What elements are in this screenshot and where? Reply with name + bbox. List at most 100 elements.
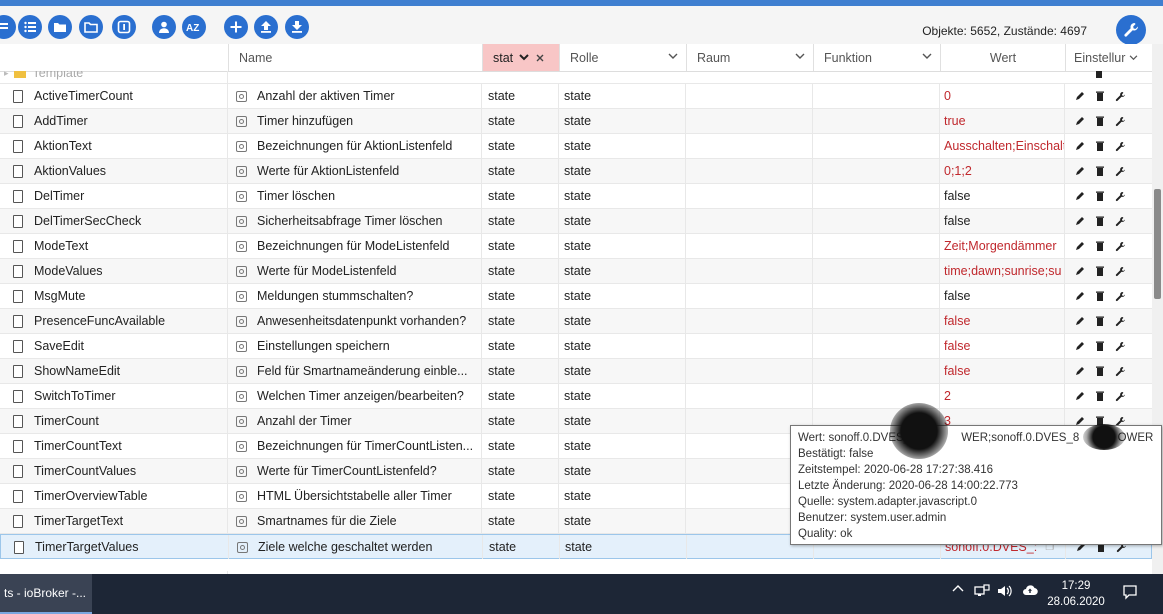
row-value-cell[interactable]: Ausschalten;Einschalt (940, 134, 1065, 158)
row-function-cell[interactable] (813, 234, 940, 258)
toggle-expert-icon[interactable] (0, 15, 16, 39)
row-room-cell[interactable] (686, 334, 813, 358)
table-row[interactable]: ShowNameEdit Feld für Smartnameänderung e… (0, 359, 1152, 384)
table-row[interactable]: SwitchToTimer Welchen Timer anzeigen/bear… (0, 384, 1152, 409)
table-row[interactable]: AktionText Bezeichnungen für AktionListen… (0, 134, 1152, 159)
wrench-icon[interactable] (1115, 366, 1126, 377)
row-value-cell[interactable]: false (940, 309, 1065, 333)
delete-icon[interactable] (1096, 316, 1104, 326)
system-clock[interactable]: 17:29 28.06.2020 (1046, 578, 1106, 610)
table-row[interactable]: PresenceFuncAvailable Anwesenheitsdatenpu… (0, 309, 1152, 334)
table-row[interactable]: ModeValues Werte für ModeListenfeld state s… (0, 259, 1152, 284)
wrench-icon[interactable] (1115, 191, 1126, 202)
network-icon[interactable] (974, 584, 990, 598)
row-value-cell[interactable]: Zeit;Morgendämmer (940, 234, 1065, 258)
row-room-cell[interactable] (686, 309, 813, 333)
delete-icon[interactable] (1096, 241, 1104, 251)
wrench-icon[interactable] (1115, 141, 1126, 152)
row-function-cell[interactable] (813, 284, 940, 308)
taskbar-window-iobroker[interactable]: ts - ioBroker -... (0, 574, 92, 614)
delete-icon[interactable] (1096, 166, 1104, 176)
wrench-icon[interactable] (1115, 216, 1126, 227)
chevron-up-icon[interactable] (952, 584, 964, 592)
row-value-cell[interactable]: false (940, 359, 1065, 383)
row-function-cell[interactable] (813, 109, 940, 133)
row-value-cell[interactable]: 0;1;2 (940, 159, 1065, 183)
edit-icon[interactable] (1075, 166, 1085, 176)
template-folder-row[interactable]: ▸ Template (0, 71, 1152, 84)
delete-icon[interactable] (1096, 191, 1104, 201)
row-room-cell[interactable] (686, 159, 813, 183)
delete-icon[interactable] (1096, 141, 1104, 151)
row-room-cell[interactable] (686, 109, 813, 133)
folder-open-icon[interactable] (79, 15, 103, 39)
row-room-cell[interactable] (686, 184, 813, 208)
header-settings[interactable]: Einstellur (1065, 44, 1152, 71)
wrench-icon[interactable] (1115, 291, 1126, 302)
edit-icon[interactable] (1075, 266, 1085, 276)
row-function-cell[interactable] (813, 209, 940, 233)
delete-icon[interactable] (1096, 216, 1104, 226)
header-type-filter[interactable]: stat (482, 44, 559, 71)
header-function-filter[interactable]: Funktion (813, 44, 940, 71)
wrench-icon[interactable] (1115, 166, 1126, 177)
edit-icon[interactable] (1075, 191, 1085, 201)
chevron-down-icon[interactable] (519, 54, 529, 61)
folder-icon[interactable] (48, 15, 72, 39)
row-room-cell[interactable] (686, 384, 813, 408)
row-value-cell[interactable]: time;dawn;sunrise;su (940, 259, 1065, 283)
download-icon[interactable] (285, 15, 309, 39)
row-function-cell[interactable] (813, 334, 940, 358)
edit-icon[interactable] (1075, 141, 1085, 151)
row-value-cell[interactable]: false (940, 209, 1065, 233)
table-row[interactable]: SaveEdit Einstellungen speichern state stat… (0, 334, 1152, 359)
row-function-cell[interactable] (813, 309, 940, 333)
row-room-cell[interactable] (686, 359, 813, 383)
table-row[interactable]: ActiveTimerCount Anzahl der aktiven Timer… (0, 84, 1152, 109)
edit-icon[interactable] (1075, 291, 1085, 301)
delete-icon[interactable] (1096, 91, 1104, 101)
header-name[interactable]: Name (228, 44, 482, 71)
table-row[interactable]: DelTimer Timer löschen state state false (0, 184, 1152, 209)
table-row[interactable]: AktionValues Werte für AktionListenfeld st… (0, 159, 1152, 184)
table-row[interactable]: MsgMute Meldungen stummschalten? state stat… (0, 284, 1152, 309)
volume-icon[interactable] (997, 584, 1013, 598)
edit-icon[interactable] (1075, 341, 1085, 351)
wrench-icon[interactable] (1115, 91, 1126, 102)
row-value-cell[interactable]: true (940, 109, 1065, 133)
table-row[interactable]: AddTimer Timer hinzufügen state state true (0, 109, 1152, 134)
add-icon[interactable] (224, 15, 248, 39)
edit-icon[interactable] (1075, 366, 1085, 376)
header-role-filter[interactable]: Rolle (559, 44, 686, 71)
notification-icon[interactable] (1122, 584, 1138, 600)
cloud-upload-icon[interactable] (1022, 584, 1038, 596)
delete-icon[interactable] (1096, 291, 1104, 301)
wrench-icon[interactable] (1115, 316, 1126, 327)
delete-icon[interactable] (1096, 266, 1104, 276)
wrench-icon[interactable] (1115, 341, 1126, 352)
table-row[interactable]: ModeText Bezeichnungen für ModeListenfeld… (0, 234, 1152, 259)
row-value-cell[interactable]: false (940, 334, 1065, 358)
row-value-cell[interactable]: 2 (940, 384, 1065, 408)
row-function-cell[interactable] (813, 84, 940, 108)
delete-icon[interactable] (1096, 116, 1104, 126)
wrench-icon[interactable] (1115, 391, 1126, 402)
scrollbar-thumb[interactable] (1154, 189, 1161, 299)
row-room-cell[interactable] (686, 84, 813, 108)
row-value-cell[interactable]: false (940, 284, 1065, 308)
row-value-cell[interactable]: 0 (940, 84, 1065, 108)
edit-icon[interactable] (1075, 91, 1085, 101)
edit-icon[interactable] (1075, 116, 1085, 126)
user-icon[interactable] (152, 15, 176, 39)
row-function-cell[interactable] (813, 159, 940, 183)
delete-icon[interactable] (1095, 71, 1103, 78)
list-icon[interactable] (18, 15, 42, 39)
row-function-cell[interactable] (813, 359, 940, 383)
edit-icon[interactable] (1075, 391, 1085, 401)
wrench-icon[interactable] (1115, 266, 1126, 277)
row-value-cell[interactable]: false (940, 184, 1065, 208)
delete-icon[interactable] (1096, 341, 1104, 351)
caret-right-icon[interactable]: ▸ (4, 71, 9, 79)
row-room-cell[interactable] (686, 134, 813, 158)
edit-icon[interactable] (1075, 216, 1085, 226)
